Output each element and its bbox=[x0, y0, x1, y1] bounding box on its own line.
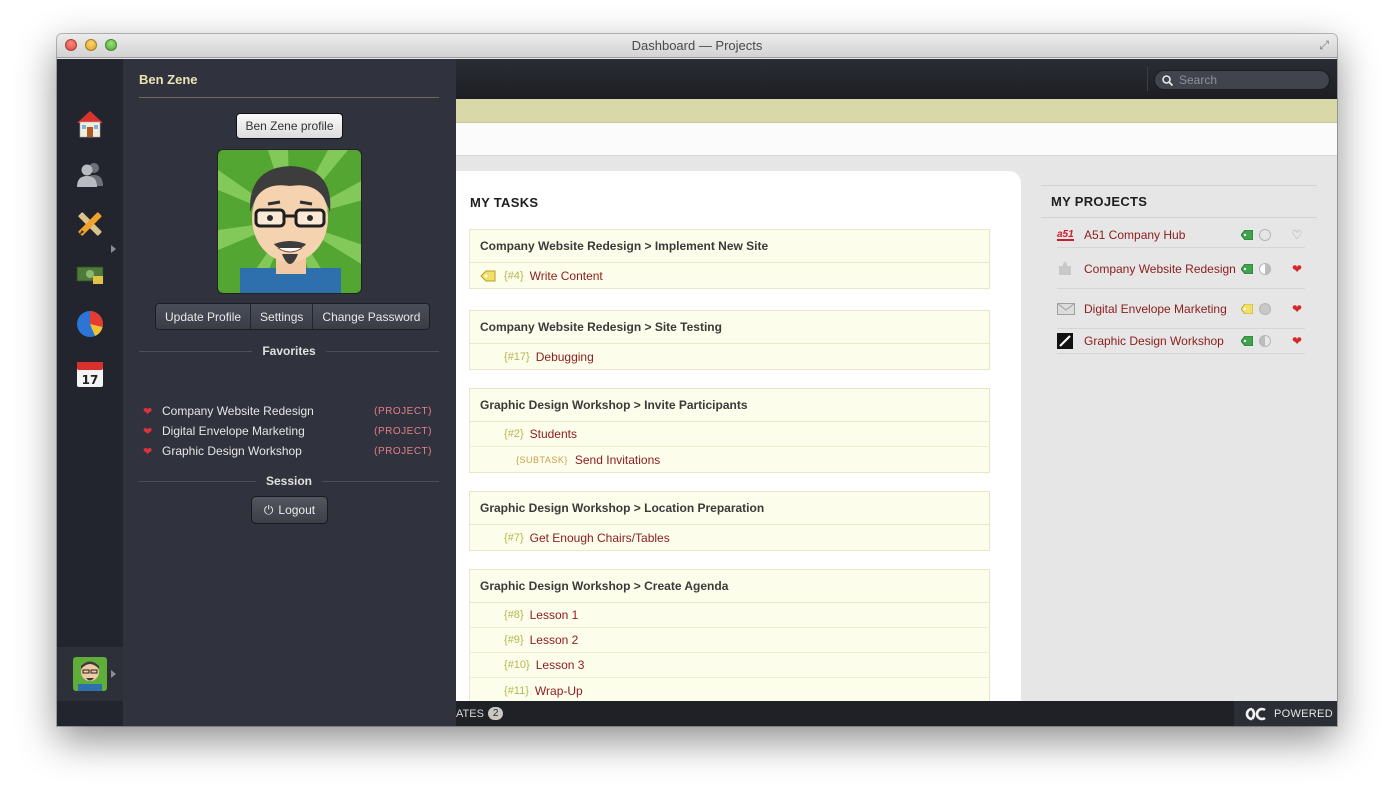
power-icon: ⏻ bbox=[263, 502, 274, 517]
rail-avatar[interactable] bbox=[73, 657, 107, 691]
profile-button[interactable]: Ben Zene profile bbox=[236, 113, 343, 139]
progress-icon bbox=[1259, 229, 1271, 241]
pencil-logo-icon bbox=[1057, 333, 1084, 349]
task-row[interactable]: {#8} Lesson 1 bbox=[470, 603, 989, 628]
profile-avatar bbox=[217, 149, 362, 294]
favorite-item[interactable]: ❤ Company Website Redesign (PROJECT) bbox=[143, 402, 432, 420]
powered-logo-icon bbox=[1245, 707, 1266, 720]
favorites-heading: Favorites bbox=[139, 343, 440, 359]
tag-icon bbox=[1241, 263, 1253, 274]
task-group-heading[interactable]: Graphic Design Workshop > Create Agenda bbox=[470, 570, 989, 603]
money-icon[interactable] bbox=[75, 259, 105, 289]
heart-icon: ❤ bbox=[143, 425, 153, 438]
favorite-item[interactable]: ❤ Digital Envelope Marketing (PROJECT) bbox=[143, 422, 432, 440]
projects-top-rule bbox=[1041, 185, 1317, 186]
project-row[interactable]: a51 A51 Company Hub ♡ bbox=[1057, 223, 1305, 248]
task-row[interactable]: {#2} Students bbox=[470, 422, 989, 447]
home-icon[interactable] bbox=[75, 109, 105, 139]
search-icon bbox=[1162, 74, 1173, 86]
app-window: Dashboard — Projects ⤢ 17 Ben Zene Ben Z… bbox=[57, 34, 1337, 726]
tag-icon bbox=[1241, 336, 1253, 346]
user-caret-icon bbox=[111, 670, 116, 678]
task-row[interactable]: {#4} Write Content bbox=[470, 263, 989, 288]
change-password-button[interactable]: Change Password bbox=[313, 304, 429, 329]
envelope-logo-icon bbox=[1057, 302, 1084, 315]
pie-chart-icon[interactable] bbox=[75, 309, 105, 339]
progress-icon bbox=[1259, 302, 1271, 315]
task-row[interactable]: {#17} Debugging bbox=[470, 344, 989, 369]
notice-bar bbox=[456, 99, 1337, 123]
favorite-heart-empty-icon[interactable]: ♡ bbox=[1289, 228, 1305, 242]
favorite-heart-icon[interactable]: ❤ bbox=[1289, 262, 1305, 276]
session-heading: Session bbox=[139, 473, 439, 489]
icon-rail: 17 bbox=[57, 59, 123, 726]
logout-button[interactable]: ⏻ Logout bbox=[251, 496, 328, 524]
calendar-icon[interactable]: 17 bbox=[75, 359, 105, 389]
favorite-heart-icon[interactable]: ❤ bbox=[1289, 334, 1305, 348]
update-profile-button[interactable]: Update Profile bbox=[156, 304, 252, 329]
profile-actions: Update Profile Settings Change Password bbox=[155, 303, 431, 330]
my-tasks-panel: MY TASKS Company Website Redesign > Impl… bbox=[456, 171, 1021, 701]
task-group: Graphic Design Workshop > Create Agenda … bbox=[469, 569, 990, 701]
top-bar bbox=[456, 59, 1337, 99]
project-row[interactable]: Company Website Redesign ❤ bbox=[1057, 249, 1305, 289]
task-row[interactable]: {#10} Lesson 3 bbox=[470, 653, 989, 678]
fullscreen-icon[interactable]: ⤢ bbox=[1319, 38, 1329, 53]
progress-icon bbox=[1259, 335, 1271, 347]
progress-icon bbox=[1259, 262, 1271, 275]
profile-drawer: Ben Zene Ben Zene profile Update Profile… bbox=[123, 59, 456, 726]
task-row[interactable]: {#7} Get Enough Chairs/Tables bbox=[470, 525, 989, 550]
project-row[interactable]: Graphic Design Workshop ❤ bbox=[1057, 329, 1305, 354]
updates-tab[interactable]: ATES 2 bbox=[456, 707, 504, 720]
updates-count-badge: 2 bbox=[487, 707, 504, 720]
window-titlebar: Dashboard — Projects ⤢ bbox=[57, 34, 1337, 58]
search-field[interactable] bbox=[1154, 70, 1330, 90]
tag-icon bbox=[1241, 230, 1253, 240]
task-group-heading[interactable]: Company Website Redesign > Implement New… bbox=[470, 230, 989, 263]
design-tools-caret-icon bbox=[111, 245, 116, 253]
design-tools-icon[interactable] bbox=[75, 209, 105, 239]
puzzle-logo-icon bbox=[1057, 261, 1084, 277]
search-divider bbox=[1147, 67, 1148, 91]
task-group: Graphic Design Workshop > Invite Partici… bbox=[469, 388, 990, 473]
a51-logo-icon: a51 bbox=[1057, 228, 1074, 241]
favorite-item[interactable]: ❤ Graphic Design Workshop (PROJECT) bbox=[143, 442, 432, 460]
heart-icon: ❤ bbox=[143, 405, 153, 418]
settings-button[interactable]: Settings bbox=[251, 304, 314, 329]
search-input[interactable] bbox=[1179, 73, 1319, 87]
task-group-heading[interactable]: Graphic Design Workshop > Location Prepa… bbox=[470, 492, 989, 525]
task-group-heading[interactable]: Graphic Design Workshop > Invite Partici… bbox=[470, 389, 989, 422]
project-row[interactable]: Digital Envelope Marketing ❤ bbox=[1057, 289, 1305, 329]
drawer-divider bbox=[139, 97, 439, 98]
window-title: Dashboard — Projects bbox=[631, 38, 763, 53]
bottom-bar: ATES 2 POWERED bbox=[456, 701, 1337, 726]
powered-by-badge[interactable]: POWERED bbox=[1234, 701, 1337, 726]
heart-icon: ❤ bbox=[143, 445, 153, 458]
drawer-user-name: Ben Zene bbox=[139, 72, 198, 87]
my-tasks-title: MY TASKS bbox=[470, 195, 539, 210]
task-group-heading[interactable]: Company Website Redesign > Site Testing bbox=[470, 311, 989, 344]
tag-icon bbox=[480, 270, 496, 281]
favorite-heart-icon[interactable]: ❤ bbox=[1289, 302, 1305, 316]
task-group: Graphic Design Workshop > Location Prepa… bbox=[469, 491, 990, 551]
people-icon[interactable] bbox=[75, 159, 105, 189]
my-projects-title: MY PROJECTS bbox=[1051, 194, 1148, 209]
tag-icon bbox=[1241, 303, 1253, 314]
svg-text:17: 17 bbox=[82, 373, 99, 387]
my-projects-panel: MY PROJECTS a51 A51 Company Hub ♡ Compan… bbox=[1041, 171, 1317, 701]
projects-title-rule bbox=[1041, 217, 1317, 218]
sub-toolbar bbox=[456, 123, 1337, 156]
task-group: Company Website Redesign > Site Testing … bbox=[469, 310, 990, 370]
task-row[interactable]: {#11} Wrap-Up bbox=[470, 678, 989, 701]
subtask-row[interactable]: {SUBTASK} Send Invitations bbox=[470, 447, 989, 472]
task-row[interactable]: {#9} Lesson 2 bbox=[470, 628, 989, 653]
task-group: Company Website Redesign > Implement New… bbox=[469, 229, 990, 289]
rail-user-slot[interactable] bbox=[57, 647, 123, 701]
